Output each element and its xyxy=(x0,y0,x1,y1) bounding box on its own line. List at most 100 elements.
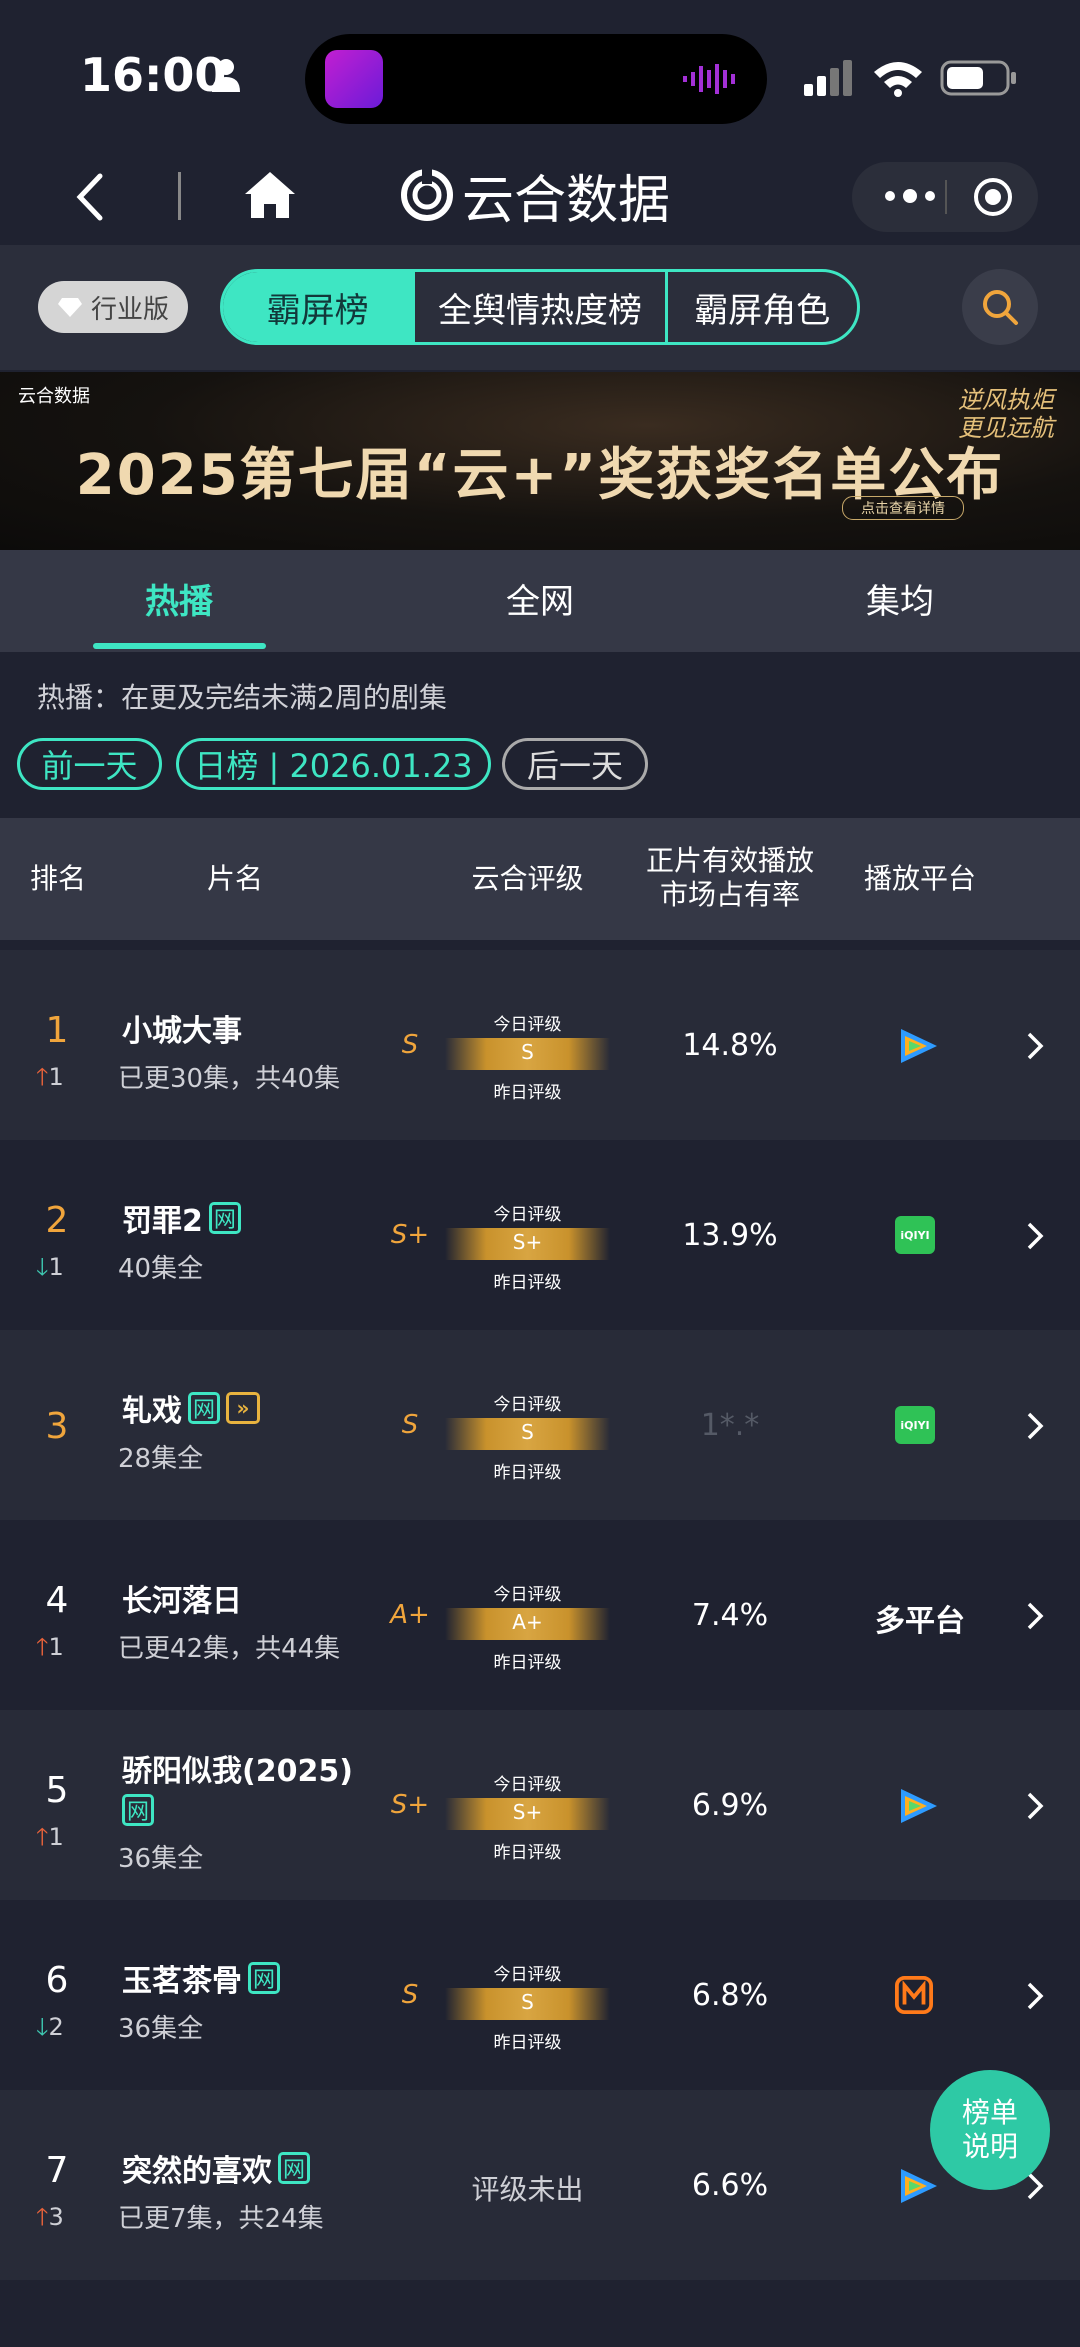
chevron-right-icon[interactable] xyxy=(1025,1030,1045,1062)
nav-divider xyxy=(178,172,181,220)
mango-tv-icon xyxy=(895,1976,933,2014)
rank-number: 4 xyxy=(45,1580,69,1621)
award-banner[interactable]: 云合数据 2025第七届“云+”奖获奖名单公布 点击查看详情 逆风执炬 更见远航 xyxy=(0,372,1080,550)
ranking-explanation-button[interactable]: 榜单 说明 xyxy=(930,2070,1050,2190)
tab-all-network[interactable]: 全网 xyxy=(440,574,640,623)
edition-badge[interactable]: 行业版 xyxy=(38,281,188,333)
edition-label: 行业版 xyxy=(90,294,169,325)
grade-bar: S xyxy=(445,1988,610,2020)
chevron-right-icon[interactable] xyxy=(1025,1600,1045,1632)
market-share: 6.8% xyxy=(691,1978,769,2013)
header-grade: 云合评级 xyxy=(471,862,584,895)
grade-bar-value: S xyxy=(521,1040,534,1064)
tencent-video-icon xyxy=(901,1029,937,1063)
table-row[interactable]: 1 🡑1 小城大事 已更30集，共40集 S 今日评级 S 昨日评级 14.8% xyxy=(0,950,1080,1140)
grade-bar: S xyxy=(445,1418,610,1450)
rank-number: 5 xyxy=(45,1770,69,1811)
grade-bar-value: S xyxy=(521,1420,534,1444)
market-share: 1*.* xyxy=(700,1408,760,1443)
segment-bapingbang[interactable]: 霸屏榜 xyxy=(223,272,413,342)
grade-letter: S xyxy=(401,1980,419,2010)
table-row[interactable]: 6 🡓2 玉茗茶骨网 36集全 S 今日评级 S 昨日评级 6.8% xyxy=(0,1900,1080,2090)
cellular-icon xyxy=(804,60,852,96)
grade-letter: S xyxy=(401,1030,419,1060)
episode-info: 28集全 xyxy=(118,1444,204,1474)
ranking-type-segmented: 霸屏榜 全舆情热度榜 霸屏角色 xyxy=(220,269,860,345)
grade-bar-value: S xyxy=(521,1990,534,2014)
close-mini-program-icon[interactable] xyxy=(972,176,1014,218)
grade-letter: S+ xyxy=(390,1220,430,1250)
grade-bar: S+ xyxy=(445,1798,610,1830)
iqiyi-logo-text: iQIYI xyxy=(895,1216,935,1254)
today-grade-label: 今日评级 xyxy=(493,1205,562,1225)
segment-bapingjuese[interactable]: 霸屏角色 xyxy=(664,272,857,342)
table-row[interactable]: 3 轧戏网» 28集全 S 今日评级 S 昨日评级 1*.* iQIYI xyxy=(0,1330,1080,1520)
battery-icon xyxy=(940,60,1016,96)
table-row[interactable]: 7 🡑3 突然的喜欢网 已更7集，共24集 评级未出 6.6% xyxy=(0,2090,1080,2280)
search-button[interactable] xyxy=(962,269,1038,345)
grade-letter: S+ xyxy=(390,1790,430,1820)
table-row[interactable] xyxy=(0,2280,1080,2347)
show-title: 轧戏网» xyxy=(122,1386,260,1430)
rank-change-value: 1 xyxy=(48,1063,64,1091)
table-row[interactable]: 2 🡓1 罚罪2 网 40集全 S+ 今日评级 S+ 昨日评级 13.9% iQI… xyxy=(0,1140,1080,1330)
next-day-button[interactable]: 后一天 xyxy=(502,738,648,790)
banner-detail-button[interactable]: 点击查看详情 xyxy=(842,496,964,520)
yesterday-grade-label: 昨日评级 xyxy=(493,1653,562,1673)
rank-change-value: 1 xyxy=(48,1253,64,1281)
rank-change-down: 🡓1 xyxy=(36,1253,64,1281)
chevron-right-icon[interactable] xyxy=(1025,1220,1045,1252)
show-title-text: 玉茗茶骨 xyxy=(122,1964,242,1999)
table-header: 排名 片名 云合评级 正片有效播放市场占有率 播放平台 xyxy=(0,818,1080,940)
network-tag: 网 xyxy=(278,2152,310,2184)
network-tag: 网 xyxy=(248,1962,280,1994)
show-title: 罚罪2 网 xyxy=(122,1196,241,1240)
market-share: 7.4% xyxy=(691,1598,769,1633)
table-row[interactable]: 4 🡑1 长河落日 已更42集，共44集 A+ 今日评级 A+ 昨日评级 7.4… xyxy=(0,1520,1080,1710)
header-rank: 排名 xyxy=(29,862,86,895)
grade-letter: S xyxy=(401,1410,419,1440)
episode-info: 已更42集，共44集 xyxy=(118,1634,341,1664)
person-icon xyxy=(212,59,240,92)
prev-day-button[interactable]: 前一天 xyxy=(17,738,162,790)
rank-number: 2 xyxy=(45,1200,69,1241)
today-grade-label: 今日评级 xyxy=(493,1585,562,1605)
home-icon[interactable] xyxy=(243,168,298,223)
grade-bar-value: A+ xyxy=(512,1610,543,1634)
network-tag: 网 xyxy=(188,1392,220,1424)
grade-bar: S xyxy=(445,1038,610,1070)
chevron-right-icon[interactable] xyxy=(1025,1790,1045,1822)
show-title: 小城大事 xyxy=(122,1006,242,1050)
yunhe-logo-icon xyxy=(401,168,453,221)
rank-change-up: 🡑1 xyxy=(36,1063,64,1091)
rank-number: 7 xyxy=(45,2150,69,2191)
more-icon[interactable] xyxy=(882,184,938,208)
tab-underline xyxy=(93,643,266,649)
nav-bar: 云合数据 xyxy=(0,150,1080,245)
back-icon[interactable] xyxy=(70,170,110,225)
chevron-right-icon[interactable] xyxy=(1025,1410,1045,1442)
mini-program-capsule xyxy=(852,162,1038,232)
show-title-text: 罚罪2 xyxy=(122,1204,203,1239)
rank-number: 6 xyxy=(45,1960,69,2001)
tencent-video-icon xyxy=(901,1789,937,1823)
platform-multi: 多平台 xyxy=(875,1604,965,1639)
scope-description: 热播：在更及完结未满2周的剧集 xyxy=(37,681,447,714)
scope-tabs: 热播 全网 集均 xyxy=(0,550,1080,652)
tab-per-episode[interactable]: 集均 xyxy=(800,574,1000,623)
iqiyi-logo-text: iQIYI xyxy=(895,1406,935,1444)
network-tag: 网 xyxy=(122,1794,154,1826)
show-title: 长河落日 xyxy=(122,1576,242,1620)
wifi-icon xyxy=(874,62,922,97)
chevron-right-icon[interactable] xyxy=(1025,1980,1045,2012)
show-title-text: 轧戏 xyxy=(122,1394,182,1429)
show-title-text: 小城大事 xyxy=(122,1014,242,1049)
tab-hot[interactable]: 热播 xyxy=(79,574,279,623)
date-picker-button[interactable]: 日榜 | 2026.01.23 xyxy=(176,738,491,790)
market-share: 6.9% xyxy=(691,1788,769,1823)
header-title: 片名 xyxy=(206,862,263,895)
search-icon xyxy=(983,290,1018,325)
segment-quanyuqing[interactable]: 全舆情热度榜 xyxy=(412,272,664,342)
rank-number: 1 xyxy=(45,1010,69,1051)
table-row[interactable]: 5 🡑1 骄阳似我(2025) 网 36集全 S+ 今日评级 S+ 昨日评级 6.… xyxy=(0,1710,1080,1900)
